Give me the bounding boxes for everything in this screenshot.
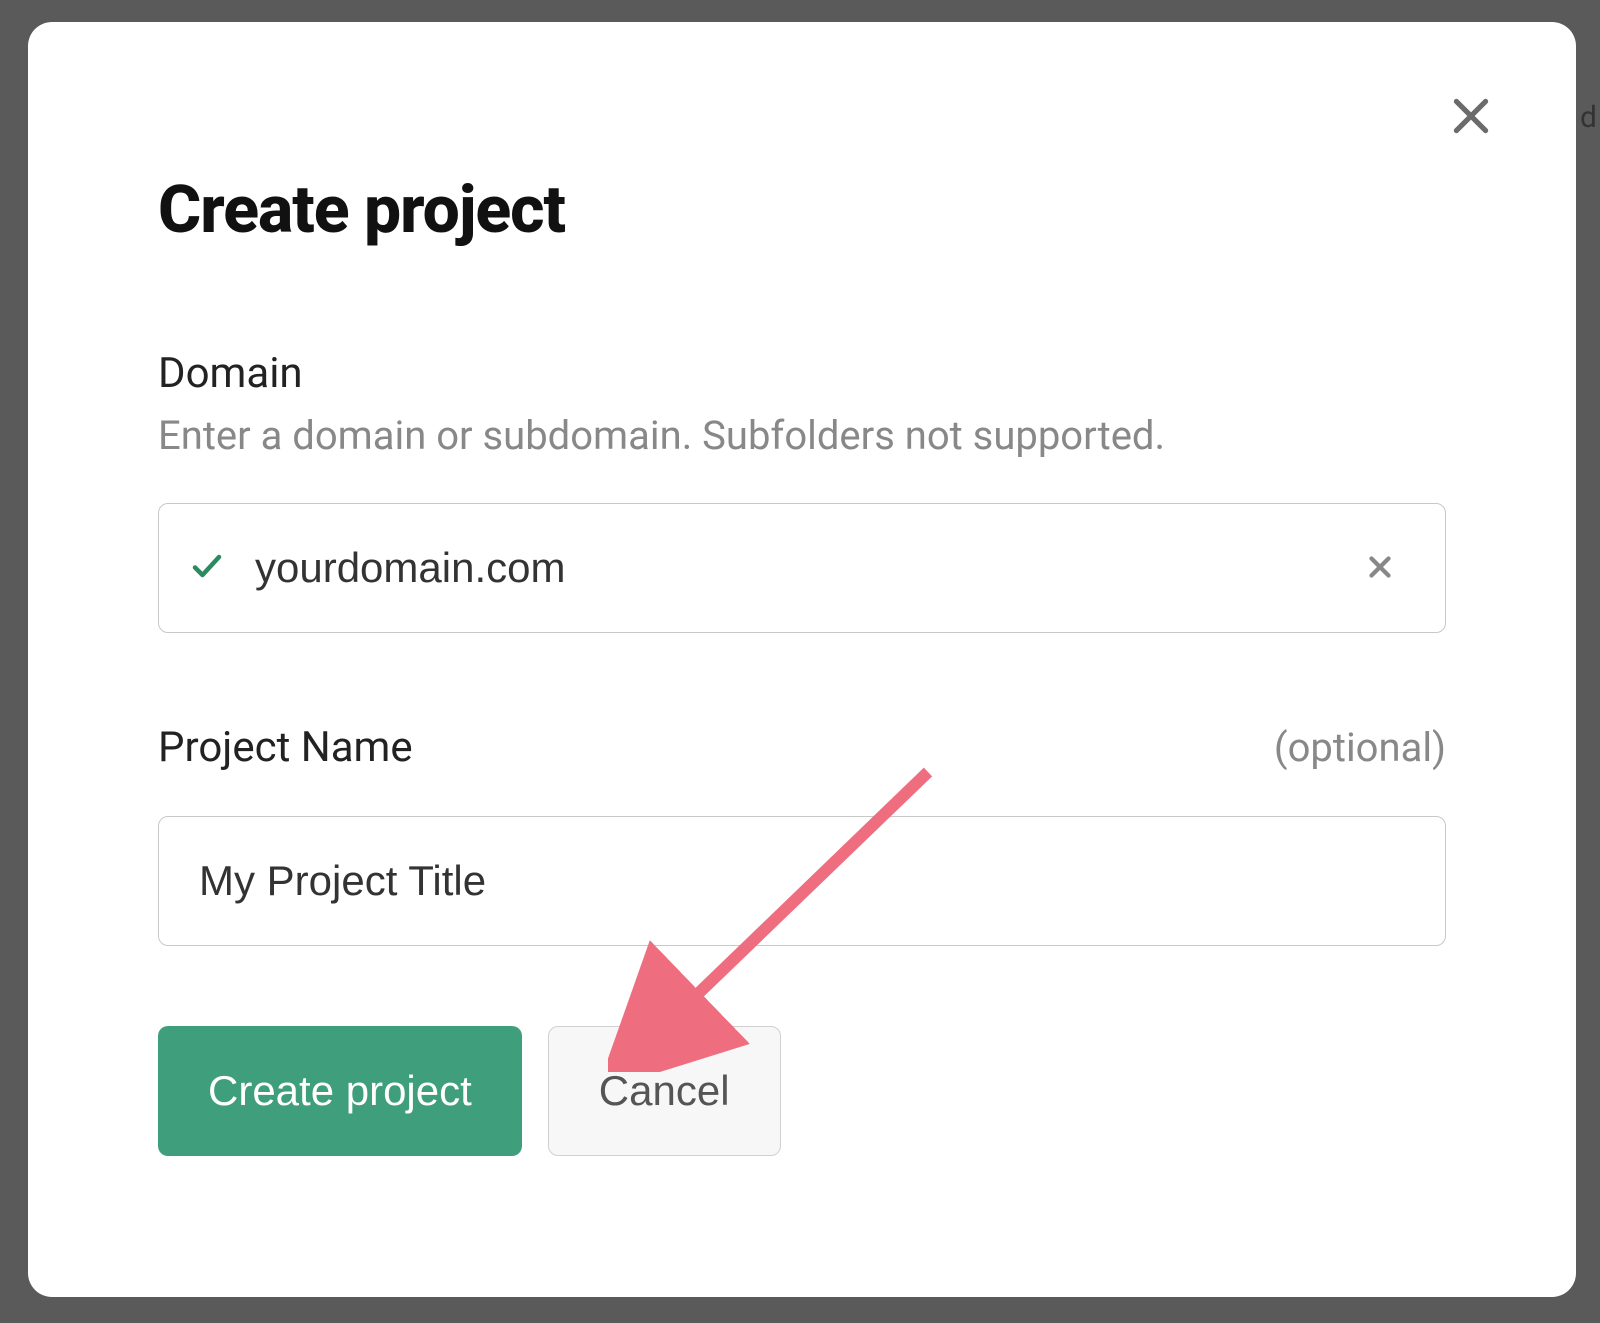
create-project-button[interactable]: Create project [158,1026,522,1156]
clear-domain-button[interactable] [1355,542,1405,595]
project-name-input-wrapper [158,816,1446,946]
button-row: Create project Cancel [158,1026,1446,1156]
create-project-modal: Create project Domain Enter a domain or … [28,22,1576,1297]
optional-label: (optional) [1274,724,1446,771]
project-name-field-block: Project Name (optional) [158,723,1446,946]
project-name-input[interactable] [199,817,1405,945]
modal-title: Create project [158,172,1446,249]
close-icon [1446,91,1496,144]
close-button[interactable] [1436,82,1506,152]
clear-icon [1363,550,1397,587]
domain-help: Enter a domain or subdomain. Subfolders … [158,412,1446,459]
domain-field-block: Domain Enter a domain or subdomain. Subf… [158,349,1446,633]
project-name-label: Project Name [158,723,413,772]
cancel-button[interactable]: Cancel [548,1026,781,1156]
background-content: d [1580,100,1597,135]
domain-input-wrapper [158,503,1446,633]
checkmark-icon [189,548,225,588]
domain-input[interactable] [255,504,1355,632]
domain-label: Domain [158,349,1446,398]
